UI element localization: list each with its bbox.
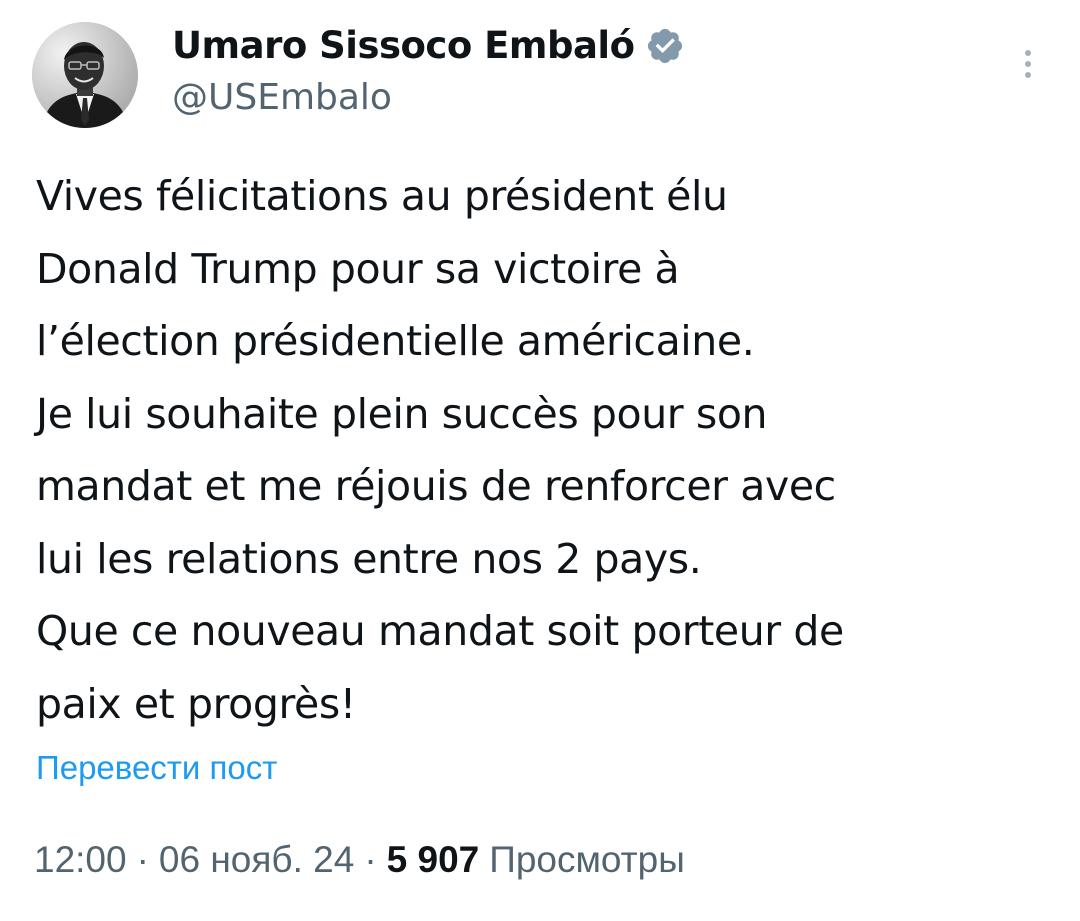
tweet-line: Que ce nouveau mandat soit porteur de — [36, 607, 844, 655]
post-time[interactable]: 12:00 — [34, 834, 127, 886]
tweet-text: Vives félicitations au président élu Don… — [36, 160, 1046, 740]
author-avatar[interactable] — [32, 22, 138, 128]
tweet-line: mandat et me réjouis de renforcer avec — [36, 462, 836, 510]
profile-photo-icon — [32, 22, 138, 128]
post-date[interactable]: 06 нояб. 24 — [159, 834, 354, 886]
author-handle[interactable]: @USEmbalo — [172, 76, 392, 120]
translate-post-link[interactable]: Перевести пост — [36, 746, 277, 790]
author-name: Umaro Sissoco Embaló — [172, 24, 635, 67]
tweet-line: lui les relations entre nos 2 pays. — [36, 534, 702, 583]
more-options-icon[interactable] — [1008, 44, 1048, 88]
author-name-row[interactable]: Umaro Sissoco Embaló — [172, 24, 685, 68]
tweet-line: l’élection présidentielle américaine. — [36, 317, 755, 365]
tweet: Umaro Sissoco Embaló @USEmbalo Vives fél… — [0, 0, 1080, 921]
tweet-line: Je lui souhaite plein succès pour son — [36, 389, 768, 438]
views-count: 5 907 — [386, 839, 480, 880]
meta-separator: · — [364, 839, 377, 880]
verified-badge-icon — [645, 26, 685, 66]
meta-separator: · — [136, 839, 149, 880]
tweet-line: paix et progrès! — [36, 679, 356, 728]
tweet-meta: 12:00 · 06 нояб. 24 · 5 907 Просмотры — [34, 834, 685, 886]
tweet-line: Donald Trump pour sa victoire à — [36, 244, 680, 293]
views-label: Просмотры — [489, 839, 685, 880]
tweet-line: Vives félicitations au président élu — [36, 172, 728, 220]
